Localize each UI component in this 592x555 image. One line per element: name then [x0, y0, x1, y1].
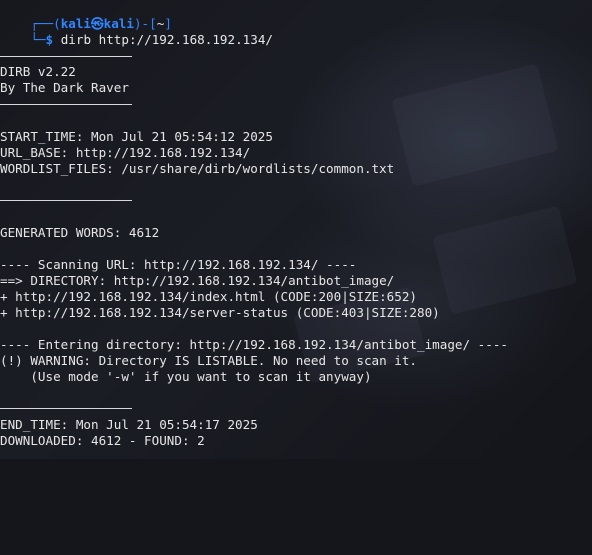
- generated-words: GENERATED WORDS: 4612: [0, 225, 160, 240]
- start-time: START_TIME: Mon Jul 21 05:54:12 2025: [0, 129, 273, 144]
- separator-rule: [0, 104, 132, 105]
- scanning-url: ---- Scanning URL: http://192.168.192.13…: [0, 257, 357, 272]
- terminal-output[interactable]: ┌──(kali㉿kali)-[~] └─$ dirb http://192.1…: [0, 0, 592, 555]
- separator-rule: [0, 408, 132, 409]
- separator-rule: [0, 200, 132, 201]
- listable-warning: (!) WARNING: Directory IS LISTABLE. No n…: [0, 353, 418, 368]
- prompt-command-spacer: [53, 32, 61, 47]
- directory-found: ==> DIRECTORY: http://192.168.192.134/an…: [0, 273, 395, 288]
- result-server-status: + http://192.168.192.134/server-status (…: [0, 305, 440, 320]
- banner-version: DIRB v2.22: [0, 64, 76, 79]
- command-text: dirb http://192.168.192.134/: [60, 32, 274, 47]
- url-base: URL_BASE: http://192.168.192.134/: [0, 145, 251, 160]
- command-line[interactable]: └─$ dirb http://192.168.192.134/: [0, 16, 273, 47]
- prompt-corner-bottom: └─: [30, 32, 46, 47]
- entering-directory: ---- Entering directory: http://192.168.…: [0, 337, 508, 352]
- result-index: + http://192.168.192.134/index.html (COD…: [0, 289, 418, 304]
- prompt-header: ┌──(kali㉿kali)-[~]: [0, 0, 172, 31]
- end-time: END_TIME: Mon Jul 21 05:54:17 2025: [0, 417, 258, 432]
- listable-hint: (Use mode '-w' if you want to scan it an…: [0, 369, 372, 384]
- downloaded-found: DOWNLOADED: 4612 - FOUND: 2: [0, 433, 205, 448]
- wordlist-files: WORDLIST_FILES: /usr/share/dirb/wordlist…: [0, 161, 395, 176]
- separator-rule: [0, 56, 132, 57]
- prompt-dollar: $: [45, 32, 54, 47]
- banner-author: By The Dark Raver: [0, 80, 129, 95]
